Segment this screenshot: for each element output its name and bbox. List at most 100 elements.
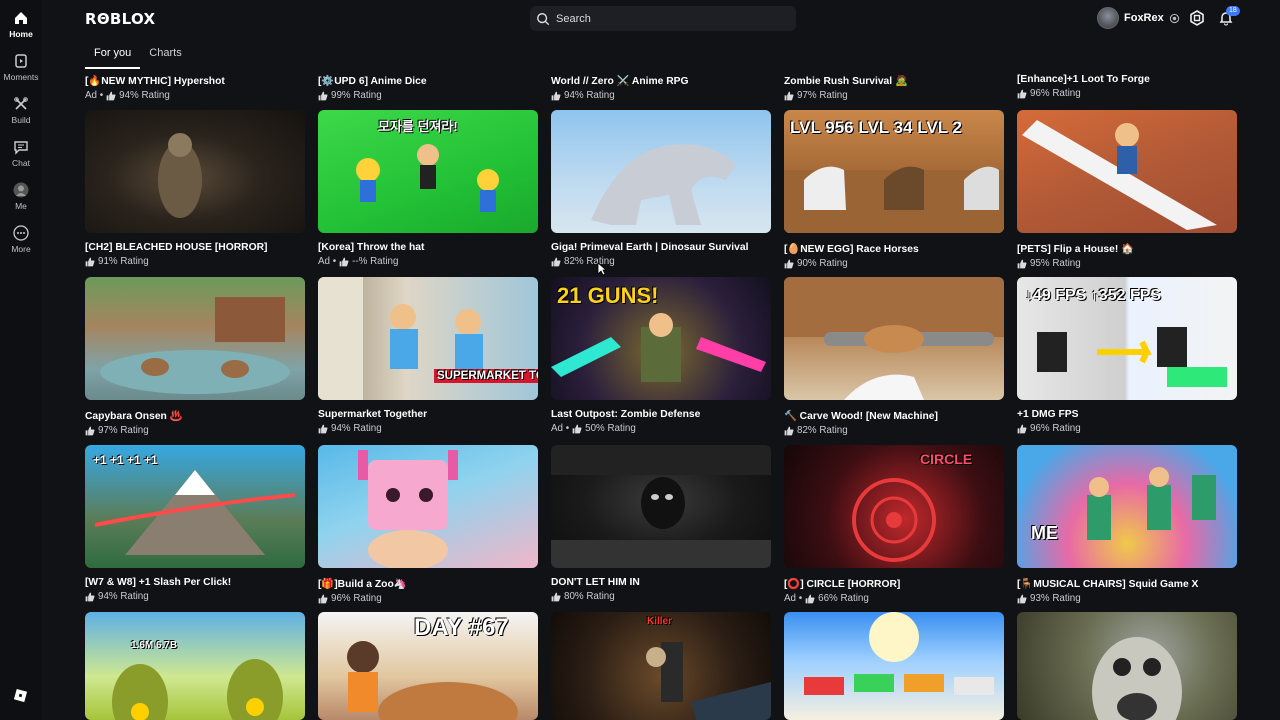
rating-value: 82% Rating <box>797 425 848 436</box>
game-thumbnail[interactable]: SUPERMARKET TOGETHER <box>318 277 538 400</box>
game-card-meta[interactable]: Capybara Onsen ♨️ 97% Rating <box>85 409 305 436</box>
me-avatar-icon <box>13 182 29 198</box>
game-thumbnail[interactable]: LVL 956 LVL 34 LVL 2 <box>784 110 1004 233</box>
game-title[interactable]: [🪑MUSICAL CHAIRS] Squid Game X <box>1017 577 1237 590</box>
nav-label: Chat <box>12 158 30 168</box>
game-rating: 94% Rating <box>551 90 771 101</box>
game-card-meta[interactable]: [🔥NEW MYTHIC] Hypershot Ad • 94% Rating <box>85 74 305 101</box>
game-card-meta[interactable]: [Korea] Throw the hat Ad • --% Rating <box>318 242 538 267</box>
game-title[interactable]: [🥚NEW EGG] Race Horses <box>784 242 1004 255</box>
game-thumbnail[interactable] <box>85 110 305 233</box>
game-thumbnail[interactable] <box>784 612 1004 720</box>
game-card-meta[interactable]: Last Outpost: Zombie Defense Ad • 50% Rati… <box>551 409 771 434</box>
nav-home[interactable]: Home <box>0 10 42 53</box>
game-card-meta[interactable]: World // Zero ⚔️ Anime RPG 94% Rating <box>551 74 771 101</box>
avatar[interactable] <box>1097 7 1119 29</box>
game-title[interactable]: Last Outpost: Zombie Defense <box>551 409 771 420</box>
game-card-meta[interactable]: Giga! Primeval Earth | Dinosaur Survival… <box>551 242 771 267</box>
home-tabs: For you Charts <box>85 43 191 69</box>
nav-me[interactable]: Me <box>0 182 42 225</box>
game-title[interactable]: DON'T LET HIM IN <box>551 577 771 588</box>
nav-label: Build <box>11 115 31 125</box>
game-title[interactable]: [⚙️UPD 6] Anime Dice <box>318 74 538 87</box>
game-title[interactable]: Giga! Primeval Earth | Dinosaur Survival <box>551 242 771 253</box>
game-thumbnail[interactable]: 21 GUNS! <box>551 277 771 400</box>
tab-charts[interactable]: Charts <box>140 43 190 69</box>
game-thumbnail[interactable]: 모자를 던져라! <box>318 110 538 233</box>
game-card-meta[interactable]: Zombie Rush Survival 🧟 97% Rating <box>784 74 1004 101</box>
game-title[interactable]: [Enhance]+1 Loot To Forge <box>1017 74 1237 85</box>
game-thumbnail[interactable]: +1 +1 +1 +1 <box>85 445 305 568</box>
search-input[interactable]: Search <box>530 6 796 31</box>
game-title[interactable]: [⭕] CIRCLE [HORROR] <box>784 577 1004 590</box>
game-title[interactable]: +1 DMG FPS <box>1017 409 1237 420</box>
rating-value: 94% Rating <box>98 591 149 602</box>
rating-value: 50% Rating <box>585 423 636 434</box>
game-thumbnail[interactable]: ME <box>1017 445 1237 568</box>
game-card-meta[interactable]: [⭕] CIRCLE [HORROR] Ad • 66% Rating <box>784 577 1004 604</box>
tab-for-you[interactable]: For you <box>85 43 141 69</box>
game-thumbnail[interactable] <box>551 110 771 233</box>
game-card-meta[interactable]: [🎁]Build a Zoo🦄 96% Rating <box>318 577 538 604</box>
game-rating: 95% Rating <box>1017 258 1237 269</box>
nav-chat[interactable]: Chat <box>0 139 42 182</box>
game-thumbnail[interactable] <box>318 445 538 568</box>
game-title[interactable]: Capybara Onsen ♨️ <box>85 409 305 422</box>
game-thumbnail[interactable] <box>85 277 305 400</box>
robux-icon <box>1190 10 1204 26</box>
game-card-meta[interactable]: [🪑MUSICAL CHAIRS] Squid Game X 93% Rating <box>1017 577 1237 604</box>
game-title[interactable]: [W7 & W8] +1 Slash Per Click! <box>85 577 305 588</box>
game-thumbnail[interactable] <box>1017 612 1237 720</box>
game-rating: Ad • 94% Rating <box>85 90 305 101</box>
game-thumbnail[interactable] <box>551 445 771 568</box>
game-card-meta[interactable]: [PETS] Flip a House! 🏠 95% Rating <box>1017 242 1237 269</box>
nav-moments[interactable]: Moments <box>0 53 42 96</box>
game-card-meta[interactable]: Supermarket Together 94% Rating <box>318 409 538 434</box>
thumbs-up-icon <box>784 91 794 100</box>
game-thumbnail[interactable]: DAY #67 <box>318 612 538 720</box>
thumbnail-caption: +1 +1 +1 +1 <box>93 453 158 467</box>
game-card-meta[interactable]: [Enhance]+1 Loot To Forge 96% Rating <box>1017 74 1237 99</box>
game-card-meta[interactable]: DON'T LET HIM IN 80% Rating <box>551 577 771 602</box>
user-profile[interactable]: FoxRex <box>1097 7 1180 29</box>
game-title[interactable]: [CH2] BLEACHED HOUSE [HORROR] <box>85 242 305 253</box>
game-title[interactable]: [PETS] Flip a House! 🏠 <box>1017 242 1237 255</box>
game-card-meta[interactable]: [W7 & W8] +1 Slash Per Click! 94% Rating <box>85 577 305 602</box>
rating-value: 90% Rating <box>797 258 848 269</box>
robux-button[interactable] <box>1189 10 1205 31</box>
game-title[interactable]: 🔨 Carve Wood! [New Machine] <box>784 409 1004 422</box>
game-thumbnail[interactable]: 1.6M 6.7B <box>85 612 305 720</box>
rating-value: 80% Rating <box>564 591 615 602</box>
rating-value: --% Rating <box>352 256 399 267</box>
rating-value: 82% Rating <box>564 256 615 267</box>
rating-value: 94% Rating <box>331 423 382 434</box>
thumbnail-art <box>112 659 283 720</box>
nav-build[interactable]: Build <box>0 96 42 139</box>
game-thumbnail[interactable] <box>1017 110 1237 233</box>
game-thumbnail[interactable]: ↓49 FPS ↑352 FPS <box>1017 277 1237 400</box>
game-card-meta[interactable]: +1 DMG FPS 96% Rating <box>1017 409 1237 434</box>
game-thumbnail[interactable]: CIRCLE <box>784 445 1004 568</box>
game-title[interactable]: Zombie Rush Survival 🧟 <box>784 74 1004 87</box>
build-icon <box>14 97 28 110</box>
game-title[interactable]: Supermarket Together <box>318 409 538 420</box>
notifications-button[interactable]: 18 <box>1218 6 1240 31</box>
game-card-meta[interactable]: [🥚NEW EGG] Race Horses 90% Rating <box>784 242 1004 269</box>
thumbnail-caption: 모자를 던져라! <box>378 119 458 134</box>
game-thumbnail[interactable] <box>784 277 1004 400</box>
thumbs-up-icon <box>1017 594 1027 603</box>
game-title[interactable]: [🎁]Build a Zoo🦄 <box>318 577 538 590</box>
game-card-meta[interactable]: 🔨 Carve Wood! [New Machine] 82% Rating <box>784 409 1004 436</box>
game-thumbnail[interactable]: Killer <box>551 612 771 720</box>
rating-value: 66% Rating <box>818 593 869 604</box>
nav-more[interactable]: More <box>0 225 42 268</box>
game-title[interactable]: [🔥NEW MYTHIC] Hypershot <box>85 74 305 87</box>
game-card-meta[interactable]: [CH2] BLEACHED HOUSE [HORROR] 91% Rating <box>85 242 305 267</box>
thumbs-up-icon <box>551 592 561 601</box>
game-card-meta[interactable]: [⚙️UPD 6] Anime Dice 99% Rating <box>318 74 538 101</box>
game-title[interactable]: World // Zero ⚔️ Anime RPG <box>551 74 771 87</box>
game-title[interactable]: [Korea] Throw the hat <box>318 242 538 253</box>
roblox-logo[interactable]: RΘBLOX <box>85 10 155 28</box>
game-rating: 82% Rating <box>784 425 1004 436</box>
roblox-tilt-logo-button[interactable] <box>13 688 28 708</box>
